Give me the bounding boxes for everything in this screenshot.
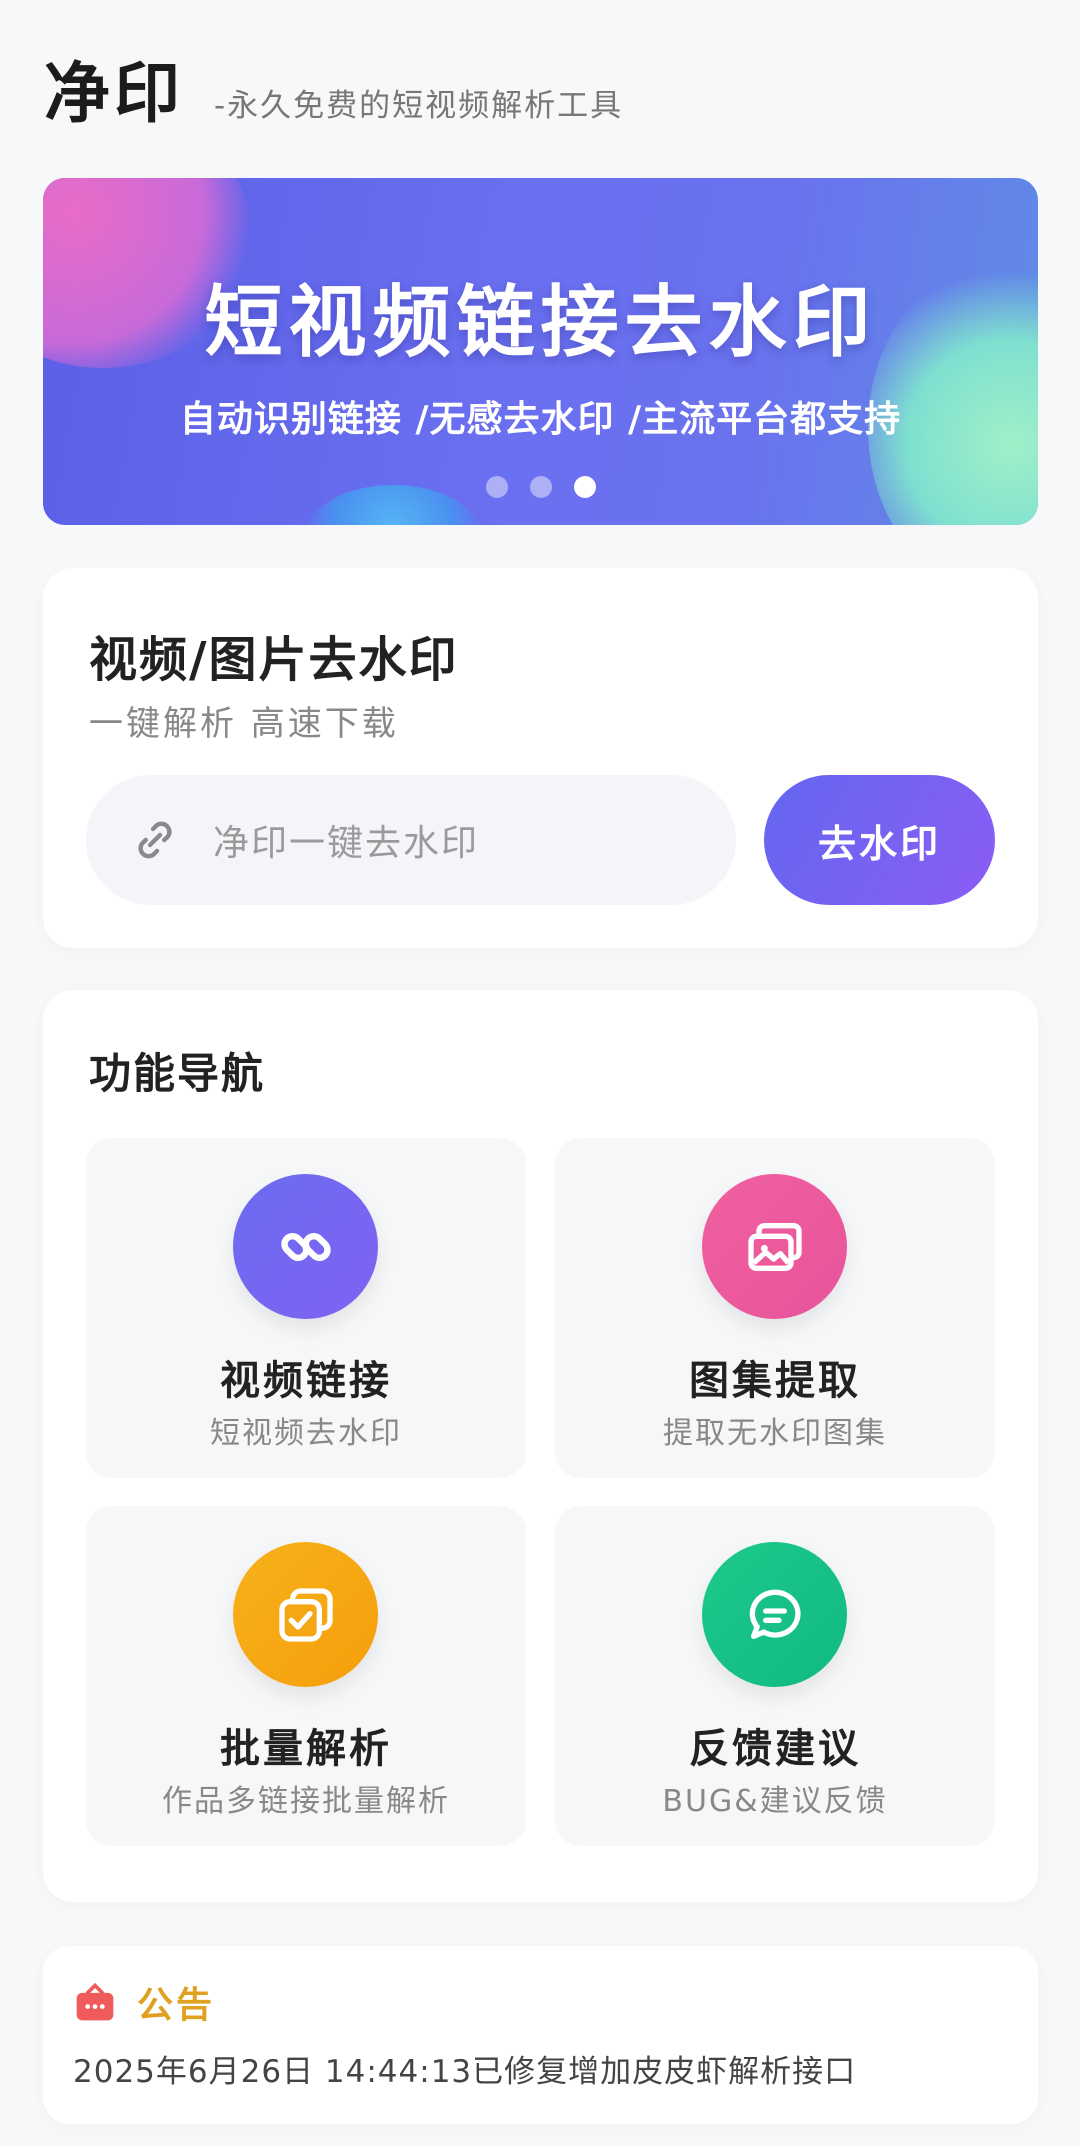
feature-nav-card: 功能导航 视频链接 短视频去水印 图集提取 提取无水印图集 批量解析 作品多链接… [43,990,1038,1902]
app-title: 净印 [44,54,184,132]
parse-card: 视频/图片去水印 一键解析 高速下载 净印一键去水印 去水印 [43,568,1038,948]
link-chain-icon [233,1174,378,1319]
carousel-indicator [43,476,1038,498]
banner-title: 短视频链接去水印 [204,278,877,368]
notice-card[interactable]: 公告 2025年6月26日 14:44:13已修复增加皮皮虾解析接口 [43,1946,1038,2124]
carousel-dot[interactable] [529,476,552,498]
promo-banner[interactable]: 短视频链接去水印 自动识别链接 /无感去水印 /主流平台都支持 [43,178,1038,525]
carousel-dot-active[interactable] [573,476,596,498]
nav-tile-gallery[interactable]: 图集提取 提取无水印图集 [555,1138,995,1478]
banner-tagline: 自动识别链接 /无感去水印 /主流平台都支持 [179,399,902,440]
notice-text: 2025年6月26日 14:44:13已修复增加皮皮虾解析接口 [73,2054,857,2090]
link-input[interactable]: 净印一键去水印 [86,775,736,905]
batch-check-icon [233,1542,378,1687]
nav-tile-label: 图集提取 [689,1358,861,1404]
parse-subtitle: 一键解析 高速下载 [89,704,399,744]
nav-tile-desc: BUG&建议反馈 [662,1784,888,1819]
link-input-placeholder: 净印一键去水印 [213,823,480,864]
link-icon [138,821,172,859]
remove-watermark-button[interactable]: 去水印 [764,775,995,905]
nav-tile-label: 批量解析 [220,1726,392,1772]
nav-tile-video-link[interactable]: 视频链接 短视频去水印 [86,1138,526,1478]
nav-tile-label: 反馈建议 [689,1726,861,1772]
page: 净印 -永久免费的短视频解析工具 短视频链接去水印 自动识别链接 /无感去水印 … [0,0,1080,2146]
nav-tile-desc: 作品多链接批量解析 [162,1784,450,1819]
image-gallery-icon [702,1174,847,1319]
notice-header: 公告 [73,1976,215,2028]
parse-title: 视频/图片去水印 [89,632,459,688]
nav-tile-feedback[interactable]: 反馈建议 BUG&建议反馈 [555,1506,995,1846]
carousel-dot[interactable] [485,476,508,498]
nav-tile-batch[interactable]: 批量解析 作品多链接批量解析 [86,1506,526,1846]
nav-tile-desc: 短视频去水印 [210,1416,402,1451]
notice-title: 公告 [137,1985,216,2026]
chat-bubble-icon [702,1542,847,1687]
nav-tile-label: 视频链接 [220,1358,392,1404]
app-subtitle: -永久免费的短视频解析工具 [214,88,624,124]
megaphone-icon [76,1982,114,2021]
header: 净印 -永久免费的短视频解析工具 [44,40,623,136]
feature-nav-title: 功能导航 [89,1049,266,1098]
nav-tile-desc: 提取无水印图集 [663,1416,887,1451]
